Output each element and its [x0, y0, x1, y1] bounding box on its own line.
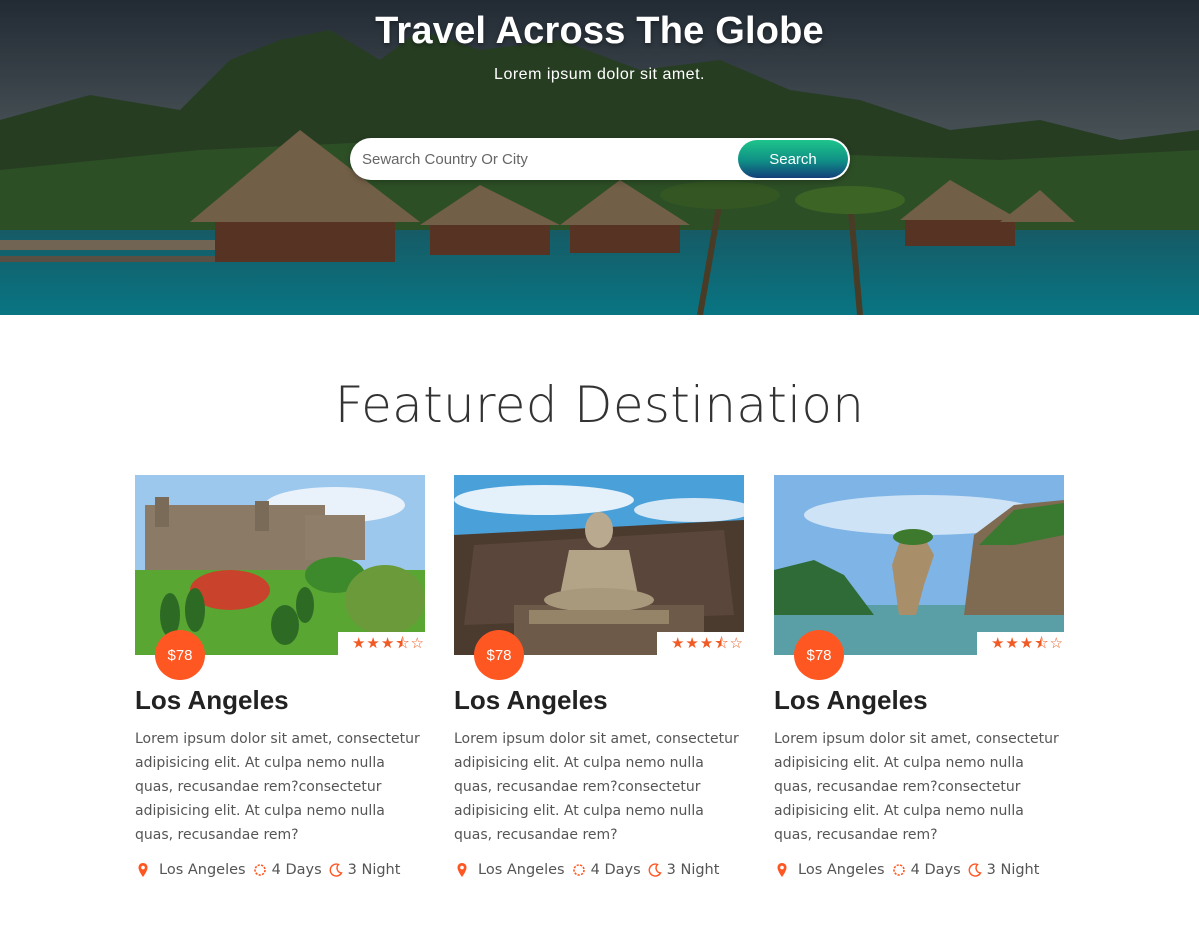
star-rating: ★ ★ ★ ⯪ ☆ — [657, 632, 745, 655]
search-button[interactable]: Search — [738, 140, 848, 178]
card-title[interactable]: Los Angeles — [135, 685, 289, 716]
star-filled-icon: ★ — [699, 635, 714, 652]
hero-subtitle: Lorem ipsum dolor sit amet. — [494, 66, 705, 83]
location-label: Los Angeles — [159, 862, 246, 878]
days-label: 4 Days — [590, 862, 641, 878]
hero-banner: Travel Across The Globe Lorem ipsum dolo… — [0, 0, 1199, 315]
destination-image[interactable] — [454, 475, 744, 655]
star-half-icon: ⯪ — [395, 635, 410, 652]
star-half-icon: ⯪ — [1034, 635, 1049, 652]
card-title[interactable]: Los Angeles — [454, 685, 608, 716]
star-filled-icon: ★ — [670, 635, 685, 652]
map-pin-icon — [138, 863, 148, 877]
card-meta: Los Angeles 4 Days 3 Night — [135, 862, 406, 878]
nights-label: 3 Night — [666, 862, 720, 878]
star-filled-icon: ★ — [380, 635, 395, 652]
star-filled-icon: ★ — [1005, 635, 1019, 652]
card-title[interactable]: Los Angeles — [774, 685, 928, 716]
star-rating: ★ ★ ★ ⯪ ☆ — [338, 632, 426, 655]
sun-icon — [892, 864, 905, 876]
destination-card[interactable]: ★ ★ ★ ⯪ ☆ $78 Los Angeles Lorem ipsum do… — [774, 475, 1074, 895]
days-label: 4 Days — [271, 862, 322, 878]
sun-icon — [253, 864, 266, 876]
map-pin-icon — [777, 863, 787, 877]
section-title: Featured Destination — [334, 376, 865, 434]
rock-island-bay-image — [774, 475, 1064, 655]
star-filled-icon: ★ — [685, 635, 699, 652]
card-meta: Los Angeles 4 Days 3 Night — [454, 862, 725, 878]
nights-label: 3 Night — [986, 862, 1040, 878]
star-filled-icon: ★ — [1019, 635, 1034, 652]
destination-card[interactable]: ★ ★ ★ ⯪ ☆ $78 Los Angeles Lorem ipsum do… — [454, 475, 754, 895]
destination-card[interactable]: ★ ★ ★ ⯪ ☆ $78 Los Angeles Lorem ipsum do… — [135, 475, 435, 895]
star-half-icon: ⯪ — [714, 635, 729, 652]
moon-icon — [329, 863, 343, 877]
location-label: Los Angeles — [798, 862, 885, 878]
days-label: 4 Days — [910, 862, 961, 878]
destination-image[interactable] — [774, 475, 1064, 655]
nights-label: 3 Night — [347, 862, 401, 878]
search-bar: Search — [350, 138, 850, 180]
star-empty-icon: ☆ — [410, 635, 424, 652]
star-filled-icon: ★ — [351, 635, 366, 652]
card-meta: Los Angeles 4 Days 3 Night — [774, 862, 1045, 878]
buddha-statue-image — [454, 475, 744, 655]
price-badge: $78 — [474, 630, 524, 680]
star-empty-icon: ☆ — [729, 635, 743, 652]
star-filled-icon: ★ — [990, 635, 1005, 652]
card-description: Lorem ipsum dolor sit amet, consectetur … — [135, 731, 420, 843]
location-label: Los Angeles — [478, 862, 565, 878]
hero-title: Travel Across The Globe — [375, 10, 824, 52]
moon-icon — [648, 863, 662, 877]
moon-icon — [968, 863, 982, 877]
card-description: Lorem ipsum dolor sit amet, consectetur … — [454, 731, 739, 843]
card-description: Lorem ipsum dolor sit amet, consectetur … — [774, 731, 1059, 843]
star-empty-icon: ☆ — [1049, 635, 1063, 652]
map-pin-icon — [457, 863, 467, 877]
sun-icon — [572, 864, 585, 876]
price-badge: $78 — [155, 630, 205, 680]
price-badge: $78 — [794, 630, 844, 680]
search-input[interactable] — [362, 146, 732, 172]
star-rating: ★ ★ ★ ⯪ ☆ — [977, 632, 1065, 655]
destination-image[interactable] — [135, 475, 425, 655]
star-filled-icon: ★ — [366, 635, 380, 652]
castle-garden-image — [135, 475, 425, 655]
